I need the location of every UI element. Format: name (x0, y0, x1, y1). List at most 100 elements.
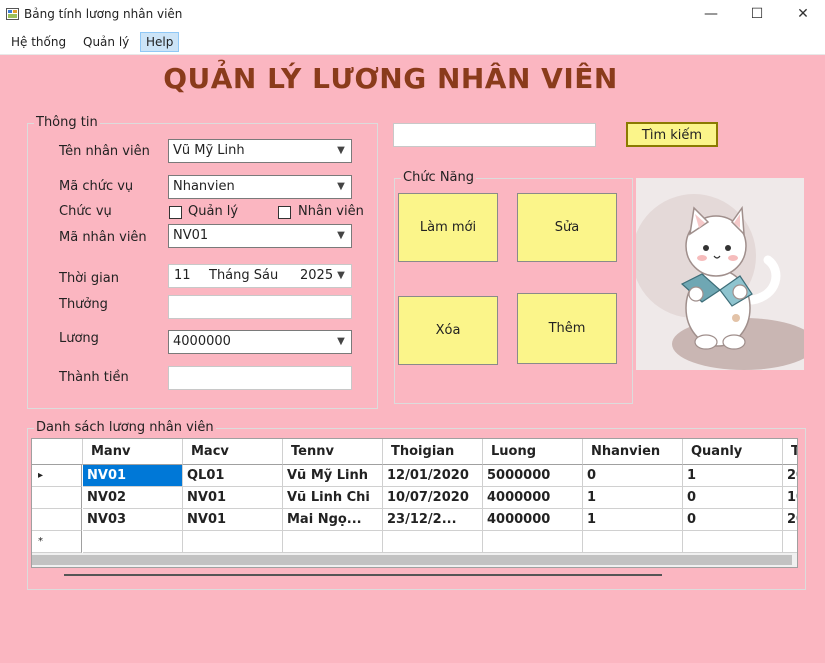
salary-grid[interactable]: Manv Macv Tennv Thoigian Luong Nhanvien … (31, 438, 798, 568)
row-header[interactable] (32, 509, 82, 531)
edit-button[interactable]: Sửa (517, 193, 617, 262)
table-cell[interactable]: 1 (583, 509, 683, 531)
table-cell[interactable]: NV03 (83, 509, 183, 531)
column-header-luong[interactable]: Luong (483, 439, 583, 465)
chevron-down-icon[interactable]: ▼ (334, 229, 348, 243)
employee-id-combo[interactable]: NV01 ▼ (168, 224, 352, 248)
grid-corner-header (32, 439, 83, 465)
scrollbar-thumb[interactable] (32, 555, 792, 565)
row-header-new[interactable]: * (32, 531, 82, 553)
total-input[interactable] (168, 366, 352, 390)
table-cell[interactable]: 23/12/2... (383, 509, 483, 531)
menu-help[interactable]: Help (140, 32, 180, 52)
chevron-down-icon[interactable]: ▼ (334, 335, 348, 349)
employee-name-combo[interactable]: Vũ Mỹ Linh ▼ (168, 139, 352, 163)
date-month[interactable]: Tháng Sáu (209, 265, 278, 287)
functions-legend: Chức Năng (401, 170, 477, 185)
salary-value: 4000000 (173, 334, 231, 349)
window-title: Bảng tính lương nhân viên (24, 7, 183, 21)
table-cell[interactable]: 5000000 (483, 465, 583, 487)
column-header-quanly[interactable]: Quanly (683, 439, 783, 465)
cat-reading-illustration (636, 178, 804, 370)
salary-label: Lương (59, 331, 99, 346)
new-row-cell[interactable] (383, 531, 483, 553)
table-cell[interactable]: 4000000 (483, 487, 583, 509)
new-row-cell[interactable] (583, 531, 683, 553)
new-row-cell[interactable] (483, 531, 583, 553)
chevron-down-icon[interactable]: ▼ (334, 269, 348, 283)
menu-he-thong[interactable]: Hệ thống (6, 33, 71, 51)
scroll-track-line (64, 574, 662, 576)
table-cell[interactable]: 0 (683, 509, 783, 531)
staff-checkbox[interactable] (278, 206, 291, 219)
table-cell[interactable]: 10 (783, 487, 797, 509)
horizontal-scrollbar[interactable] (32, 553, 797, 567)
bonus-input[interactable] (168, 295, 352, 319)
employee-name-label: Tên nhân viên (59, 144, 150, 159)
date-year[interactable]: 2025 (300, 265, 333, 287)
row-header[interactable] (32, 487, 82, 509)
manager-checkbox[interactable] (169, 206, 182, 219)
table-cell[interactable]: 0 (583, 465, 683, 487)
table-cell[interactable]: NV02 (83, 487, 183, 509)
column-header-tennv[interactable]: Tennv (283, 439, 383, 465)
column-header-nhanvien[interactable]: Nhanvien (583, 439, 683, 465)
table-cell[interactable]: QL01 (183, 465, 283, 487)
table-cell[interactable]: 1 (683, 465, 783, 487)
table-cell[interactable]: 10/07/2020 (383, 487, 483, 509)
table-cell[interactable]: 4000000 (483, 509, 583, 531)
add-button[interactable]: Thêm (517, 293, 617, 364)
employee-name-value: Vũ Mỹ Linh (173, 143, 245, 158)
grid-scroll-track[interactable] (31, 568, 798, 584)
page-title: QUẢN LÝ LƯƠNG NHÂN VIÊN (163, 62, 618, 95)
info-legend: Thông tin (34, 115, 100, 130)
table-cell[interactable]: 1 (583, 487, 683, 509)
new-row-cell[interactable] (83, 531, 183, 553)
table-cell[interactable]: 12/01/2020 (383, 465, 483, 487)
new-row-cell[interactable] (183, 531, 283, 553)
new-row-cell[interactable] (683, 531, 783, 553)
menu-bar: Hệ thống Quản lý Help (0, 30, 825, 55)
app-icon (6, 8, 19, 20)
table-cell[interactable]: NV01 (183, 509, 283, 531)
table-cell[interactable]: Vũ Linh Chi (283, 487, 383, 509)
date-picker[interactable]: 11 Tháng Sáu 2025 ▼ (168, 264, 352, 288)
bonus-label: Thưởng (59, 297, 108, 312)
position-code-label: Mã chức vụ (59, 179, 134, 194)
table-cell[interactable]: 20 (783, 465, 797, 487)
salary-combo[interactable]: 4000000 ▼ (168, 330, 352, 354)
table-cell[interactable]: 0 (683, 487, 783, 509)
table-cell[interactable]: NV01 (83, 465, 183, 487)
minimize-button[interactable]: — (688, 0, 734, 30)
menu-quan-ly[interactable]: Quản lý (78, 33, 134, 51)
time-label: Thời gian (59, 271, 119, 286)
column-header-thoigian[interactable]: Thoigian (383, 439, 483, 465)
employee-id-label: Mã nhân viên (59, 230, 147, 245)
manager-checkbox-label: Quản lý (188, 204, 239, 219)
new-row-cell[interactable] (783, 531, 797, 553)
table-cell[interactable]: Mai Ngọ... (283, 509, 383, 531)
table-cell[interactable]: Vũ Mỹ Linh (283, 465, 383, 487)
refresh-button[interactable]: Làm mới (398, 193, 498, 262)
chevron-down-icon[interactable]: ▼ (334, 180, 348, 194)
staff-checkbox-label: Nhân viên (298, 204, 364, 219)
column-header-macv[interactable]: Macv (183, 439, 283, 465)
new-row-cell[interactable] (283, 531, 383, 553)
position-code-value: Nhanvien (173, 179, 235, 194)
total-label: Thành tiền (59, 370, 129, 385)
search-button[interactable]: Tìm kiếm (626, 122, 718, 147)
position-code-combo[interactable]: Nhanvien ▼ (168, 175, 352, 199)
search-input[interactable] (393, 123, 596, 147)
list-legend: Danh sách lương nhân viên (34, 420, 216, 435)
row-header-current[interactable]: ▸ (32, 465, 82, 487)
close-button[interactable]: ✕ (780, 0, 825, 30)
column-header-manv[interactable]: Manv (83, 439, 183, 465)
table-cell[interactable]: NV01 (183, 487, 283, 509)
employee-id-value: NV01 (173, 228, 209, 243)
date-day[interactable]: 11 (174, 265, 191, 287)
table-cell[interactable]: 20 (783, 509, 797, 531)
chevron-down-icon[interactable]: ▼ (334, 144, 348, 158)
column-header-t[interactable]: T (783, 439, 797, 465)
maximize-button[interactable]: ☐ (734, 0, 780, 30)
delete-button[interactable]: Xóa (398, 296, 498, 365)
